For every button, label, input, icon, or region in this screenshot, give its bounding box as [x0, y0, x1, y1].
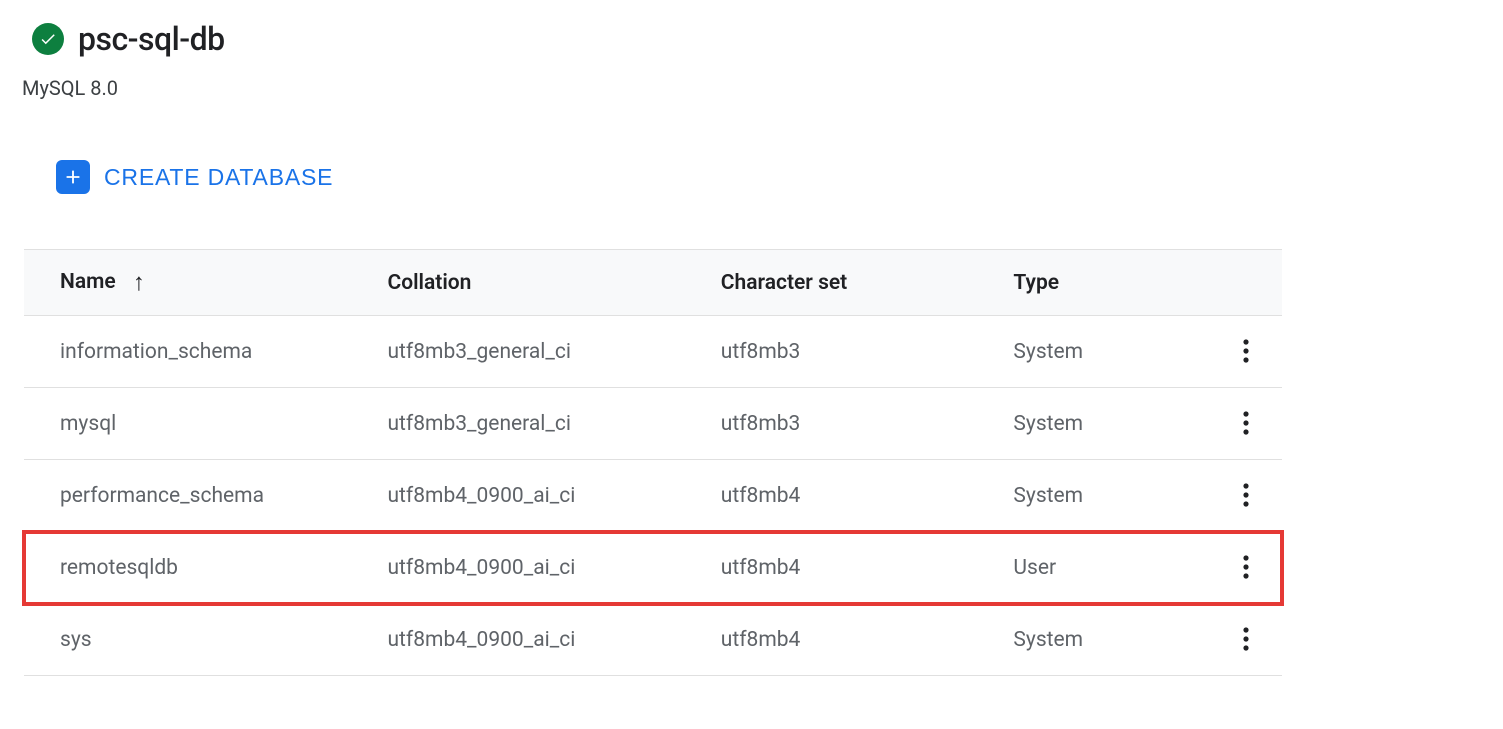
column-header-type[interactable]: Type — [995, 250, 1210, 316]
column-header-name[interactable]: Name ↑ — [24, 250, 369, 316]
cell-collation: utf8mb4_0900_ai_ci — [369, 460, 702, 532]
cell-type: System — [995, 460, 1210, 532]
cell-type: System — [995, 604, 1210, 676]
cell-name: information_schema — [24, 316, 369, 388]
status-ok-icon — [32, 23, 64, 55]
instance-header: psc-sql-db — [32, 20, 1483, 58]
column-header-collation[interactable]: Collation — [369, 250, 702, 316]
create-database-button[interactable]: CREATE DATABASE — [56, 160, 333, 194]
cell-actions — [1211, 388, 1282, 460]
instance-title: psc-sql-db — [78, 20, 225, 58]
more-vert-icon — [1243, 483, 1249, 507]
cell-collation: utf8mb3_general_ci — [369, 316, 702, 388]
more-actions-button[interactable] — [1229, 478, 1263, 512]
table-row: sysutf8mb4_0900_ai_ciutf8mb4System — [24, 604, 1282, 676]
table-row: mysqlutf8mb3_general_ciutf8mb3System — [24, 388, 1282, 460]
cell-charset: utf8mb4 — [703, 532, 996, 604]
more-vert-icon — [1243, 339, 1249, 363]
cell-name: remotesqldb — [24, 532, 369, 604]
cell-type: User — [995, 532, 1210, 604]
cell-collation: utf8mb4_0900_ai_ci — [369, 532, 702, 604]
cell-type: System — [995, 388, 1210, 460]
table-row: performance_schemautf8mb4_0900_ai_ciutf8… — [24, 460, 1282, 532]
create-database-label: CREATE DATABASE — [104, 164, 333, 191]
more-vert-icon — [1243, 627, 1249, 651]
sort-asc-icon: ↑ — [133, 268, 145, 297]
databases-table: Name ↑ Collation Character set Type info… — [24, 249, 1282, 676]
cell-name: sys — [24, 604, 369, 676]
cell-collation: utf8mb3_general_ci — [369, 388, 702, 460]
cell-name: performance_schema — [24, 460, 369, 532]
cell-charset: utf8mb3 — [703, 316, 996, 388]
cell-charset: utf8mb3 — [703, 388, 996, 460]
table-row: information_schemautf8mb3_general_ciutf8… — [24, 316, 1282, 388]
plus-icon — [56, 160, 90, 194]
cell-charset: utf8mb4 — [703, 604, 996, 676]
cell-collation: utf8mb4_0900_ai_ci — [369, 604, 702, 676]
instance-version: MySQL 8.0 — [22, 76, 1483, 100]
cell-actions — [1211, 604, 1282, 676]
column-header-name-label: Name — [60, 270, 116, 294]
cell-name: mysql — [24, 388, 369, 460]
cell-actions — [1211, 532, 1282, 604]
more-actions-button[interactable] — [1229, 550, 1263, 584]
column-header-actions — [1211, 250, 1282, 316]
column-header-charset[interactable]: Character set — [703, 250, 996, 316]
table-row: remotesqldbutf8mb4_0900_ai_ciutf8mb4User — [24, 532, 1282, 604]
cell-actions — [1211, 460, 1282, 532]
more-actions-button[interactable] — [1229, 334, 1263, 368]
more-vert-icon — [1243, 411, 1249, 435]
more-vert-icon — [1243, 555, 1249, 579]
more-actions-button[interactable] — [1229, 406, 1263, 440]
databases-table-container: Name ↑ Collation Character set Type info… — [24, 249, 1282, 676]
cell-charset: utf8mb4 — [703, 460, 996, 532]
cell-actions — [1211, 316, 1282, 388]
table-header-row: Name ↑ Collation Character set Type — [24, 250, 1282, 316]
more-actions-button[interactable] — [1229, 622, 1263, 656]
cell-type: System — [995, 316, 1210, 388]
